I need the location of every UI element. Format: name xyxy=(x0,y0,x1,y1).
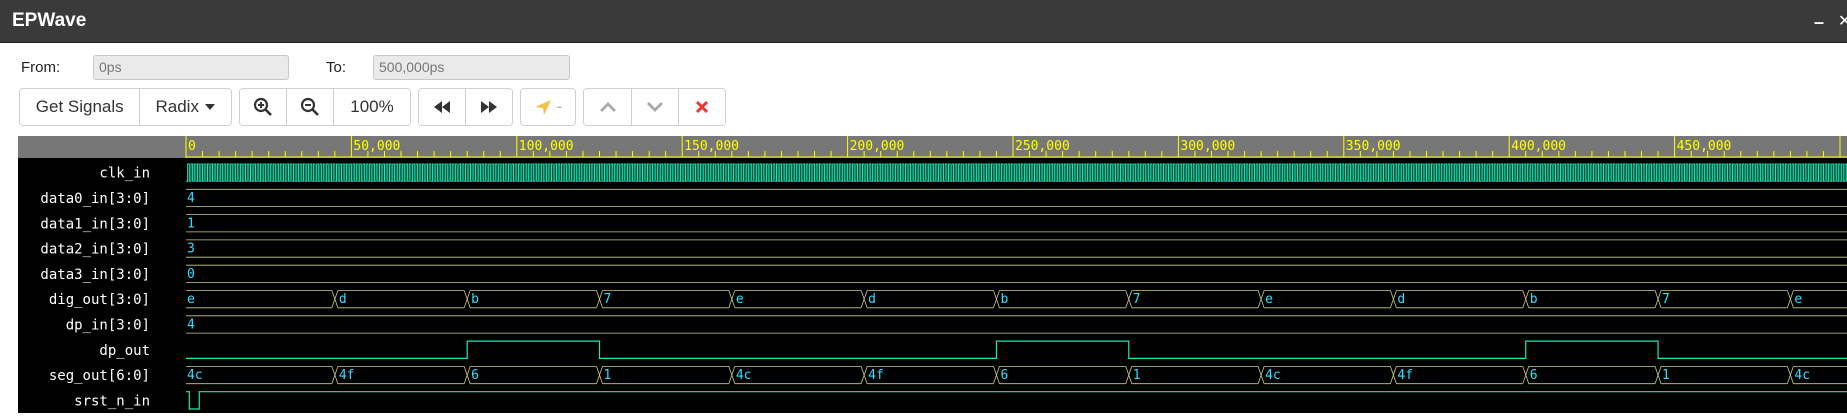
zoom-in-icon xyxy=(253,97,272,116)
bus-value: e xyxy=(187,292,195,307)
waveform-viewer: 0 50,000 100,000 150,000 200,000 250,000 300,0… xyxy=(18,136,1847,413)
close-icon[interactable]: ✕ xyxy=(1838,10,1847,34)
bus-value: 4 xyxy=(187,317,195,332)
minimize-icon[interactable]: – xyxy=(1806,10,1832,34)
bus-value: e xyxy=(736,292,744,307)
seek-forward-button[interactable] xyxy=(465,89,512,125)
delete-icon xyxy=(695,100,709,114)
signal-name[interactable]: data3_in[3:0] xyxy=(40,267,150,283)
signal-name[interactable]: dig_out[3:0] xyxy=(49,292,150,308)
bus-value: 3 xyxy=(187,242,195,257)
marker-button[interactable]: - xyxy=(521,89,575,125)
ruler-tick-label: 450,000 xyxy=(1677,139,1732,154)
seek-button-group xyxy=(418,88,513,126)
ruler-tick-label: 150,000 xyxy=(684,139,739,154)
bus-value: e xyxy=(1265,292,1273,307)
bus-value: 6 xyxy=(471,368,479,383)
marker-value: - xyxy=(556,97,563,116)
waveform-canvas[interactable]: 0 50,000 100,000 150,000 200,000 250,000 300,0… xyxy=(18,136,1847,413)
bus-value: 4c xyxy=(187,368,203,383)
app-title: EPWave xyxy=(12,10,87,31)
to-input[interactable]: 500,000ps xyxy=(373,55,570,80)
wave-area xyxy=(18,158,1847,413)
bus-value: 6 xyxy=(1530,368,1538,383)
signal-name[interactable]: dp_in[3:0] xyxy=(66,317,150,333)
signal-name[interactable]: data2_in[3:0] xyxy=(40,242,150,258)
zoom-level: 100% xyxy=(350,97,394,116)
zoom-level-button[interactable]: 100% xyxy=(334,89,410,125)
bus-value: 6 xyxy=(1000,368,1008,383)
radix-label: Radix xyxy=(155,97,199,116)
get-signals-button[interactable]: Get Signals xyxy=(20,89,141,125)
time-ruler[interactable] xyxy=(18,136,1847,158)
bus-value: 1 xyxy=(187,216,195,231)
bus-value: 0 xyxy=(187,267,195,282)
bus-value: 4f xyxy=(1397,368,1413,383)
chevron-up-icon xyxy=(599,102,616,112)
radix-button[interactable]: Radix xyxy=(140,89,231,125)
bus-value: 4 xyxy=(187,191,195,206)
bus-value: 4c xyxy=(1794,368,1810,383)
ruler-tick-label: 200,000 xyxy=(850,139,905,154)
signal-row-clk_in[interactable]: clk_in xyxy=(99,163,1847,182)
bus-value: b xyxy=(1000,292,1008,307)
zoom-out-button[interactable] xyxy=(287,89,334,125)
bus-value: e xyxy=(1794,292,1802,307)
bus-value: 4c xyxy=(736,368,752,383)
fast-forward-icon xyxy=(480,101,497,113)
get-signals-label: Get Signals xyxy=(35,97,124,116)
bus-value: 7 xyxy=(1133,292,1141,307)
to-label: To: xyxy=(326,59,347,76)
signal-order-group xyxy=(583,88,726,126)
seek-back-button[interactable] xyxy=(419,89,466,125)
move-down-button[interactable] xyxy=(632,89,679,125)
chevron-down-icon xyxy=(647,102,663,112)
title-bar: EPWave – ✕ xyxy=(0,0,1847,43)
bus-value: 1 xyxy=(1662,368,1670,383)
signal-name[interactable]: data0_in[3:0] xyxy=(40,191,150,207)
move-up-button[interactable] xyxy=(584,89,632,125)
bus-value: 1 xyxy=(604,368,612,383)
zoom-out-icon xyxy=(300,97,319,116)
signal-name[interactable]: data1_in[3:0] xyxy=(40,216,150,232)
bus-value: 4c xyxy=(1265,368,1281,383)
ruler-tick-label: 0 xyxy=(188,139,196,154)
bus-value: b xyxy=(1530,292,1538,307)
delete-signal-button[interactable] xyxy=(679,89,725,125)
bus-value: 4f xyxy=(868,368,884,383)
signal-name[interactable]: srst_n_in xyxy=(74,393,150,409)
signal-name[interactable]: clk_in xyxy=(99,166,150,182)
zoom-button-group: 100% xyxy=(239,88,411,126)
bus-value: 7 xyxy=(604,292,612,307)
bus-value: d xyxy=(339,292,347,307)
bus-value: 4f xyxy=(339,368,355,383)
zoom-in-button[interactable] xyxy=(240,89,287,125)
signal-button-group: Get Signals Radix xyxy=(19,88,232,126)
fast-backward-icon xyxy=(433,101,450,113)
signal-name[interactable]: seg_out[6:0] xyxy=(49,368,150,384)
marker-button-group: - xyxy=(520,88,576,126)
from-label: From: xyxy=(21,59,61,76)
ruler-tick-label: 250,000 xyxy=(1015,139,1070,154)
bus-value: d xyxy=(868,292,876,307)
from-input[interactable]: 0ps xyxy=(93,55,289,80)
ruler-tick-label: 300,000 xyxy=(1180,139,1235,154)
bus-value: 7 xyxy=(1662,292,1670,307)
ruler-tick-label: 350,000 xyxy=(1346,139,1401,154)
bus-value: b xyxy=(471,292,479,307)
bus-value: 1 xyxy=(1133,368,1141,383)
signal-name[interactable]: dp_out xyxy=(99,343,150,359)
location-arrow-icon xyxy=(534,100,551,115)
bus-value: d xyxy=(1397,292,1405,307)
ruler-tick-label: 100,000 xyxy=(519,139,574,154)
ruler-tick-label: 50,000 xyxy=(353,139,400,154)
ruler-tick-label: 400,000 xyxy=(1511,139,1566,154)
caret-down-icon xyxy=(204,104,215,110)
